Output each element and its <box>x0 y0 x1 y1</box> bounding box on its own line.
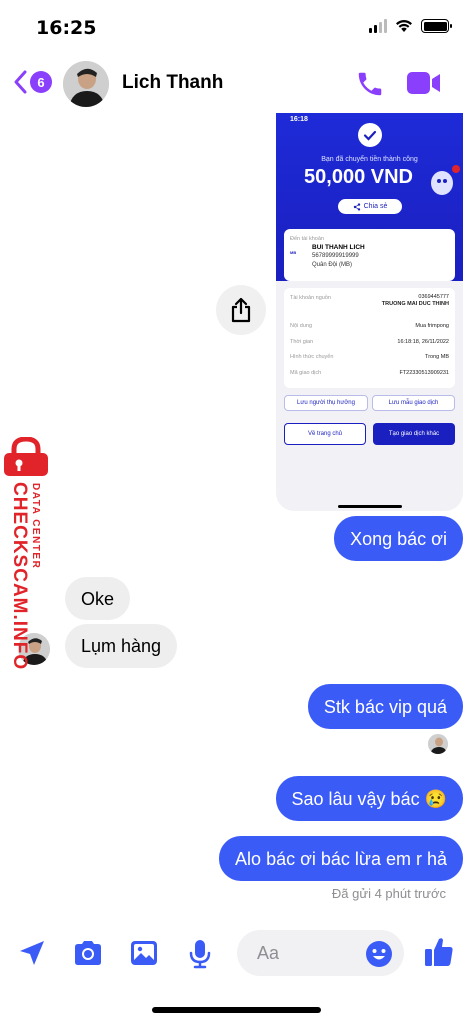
gallery-button[interactable] <box>128 938 160 973</box>
save-template-pill: Lưu mẫu giao dịch <box>372 395 455 411</box>
success-message: Bạn đã chuyển tiền thành công <box>321 156 418 163</box>
home-indicator <box>152 1007 321 1013</box>
recipient-box: Đến tài khoản MB BUI THANH LICH 56789999… <box>284 229 455 281</box>
mascot-icon <box>431 165 460 195</box>
avatar[interactable] <box>63 61 109 107</box>
transfer-screenshot-image[interactable]: 16:18 Bạn đã chuyển tiền thành công 50,0… <box>276 113 463 511</box>
emoji-icon <box>366 941 392 967</box>
status-icons <box>369 19 452 33</box>
message-bubble-incoming[interactable]: Lụm hàng <box>65 624 178 668</box>
back-button[interactable]: 6 <box>12 69 52 95</box>
check-icon <box>358 123 382 147</box>
read-receipt-avatar <box>428 734 448 754</box>
screenshot-time: 16:18 <box>290 116 308 123</box>
phone-icon <box>358 72 382 96</box>
padlock-icon <box>4 437 48 476</box>
home-button-in-image: Về trang chủ <box>284 423 366 445</box>
sent-status: Đã gửi 4 phút trước <box>331 886 446 901</box>
share-pill: Chia sẻ <box>338 199 402 214</box>
new-transaction-button-in-image: Tạo giao dịch khác <box>373 423 455 445</box>
contact-name[interactable]: Lich Thanh <box>122 72 223 94</box>
microphone-icon <box>189 940 211 969</box>
share-icon <box>231 297 251 323</box>
message-bubble-outgoing[interactable]: Sao lâu vậy bác 😢 <box>275 776 463 821</box>
status-bar: 16:25 <box>0 0 473 55</box>
video-call-button[interactable] <box>406 70 442 101</box>
image-icon <box>131 941 157 965</box>
wifi-icon <box>396 20 412 32</box>
chat-header: 6 Lich Thanh <box>0 55 473 113</box>
emoji-button[interactable] <box>365 940 393 973</box>
message-composer <box>0 925 473 985</box>
unread-badge: 6 <box>30 71 52 93</box>
message-bubble-outgoing[interactable]: Xong bác ơi <box>334 516 463 561</box>
message-input-container <box>237 930 404 976</box>
share-button[interactable] <box>216 285 266 335</box>
camera-button[interactable] <box>72 938 104 973</box>
thumbs-up-icon <box>425 938 453 966</box>
voice-button[interactable] <box>187 938 213 975</box>
like-button[interactable] <box>423 935 455 974</box>
status-time: 16:25 <box>36 17 97 39</box>
call-button[interactable] <box>355 69 385 104</box>
camera-icon <box>75 941 101 965</box>
signal-icon <box>369 19 387 33</box>
transaction-details: Tài khoản nguồn 0369445777 TRUONG MAI DU… <box>284 288 455 388</box>
screenshot-home-indicator <box>338 505 402 508</box>
transfer-amount: 50,000 VND <box>304 166 413 188</box>
video-camera-icon <box>407 72 440 94</box>
watermark-text: CHECKSCAM.INFO <box>9 482 30 671</box>
message-bubble-incoming[interactable]: Oke <box>65 577 131 620</box>
location-arrow-icon <box>20 941 44 965</box>
back-chevron-icon <box>14 70 27 94</box>
battery-icon <box>421 19 452 33</box>
message-bubble-outgoing[interactable]: Stk bác vip quá <box>307 684 463 729</box>
watermark-subtext: DATA CENTER <box>30 483 41 570</box>
message-input[interactable] <box>237 930 367 976</box>
watermark: CHECKSCAM.INFO DATA CENTER <box>2 437 52 671</box>
location-button[interactable] <box>17 938 47 973</box>
save-recipient-pill: Lưu người thụ hưởng <box>284 395 368 411</box>
message-bubble-outgoing[interactable]: Alo bác ơi bác lừa em r hả <box>219 836 463 881</box>
